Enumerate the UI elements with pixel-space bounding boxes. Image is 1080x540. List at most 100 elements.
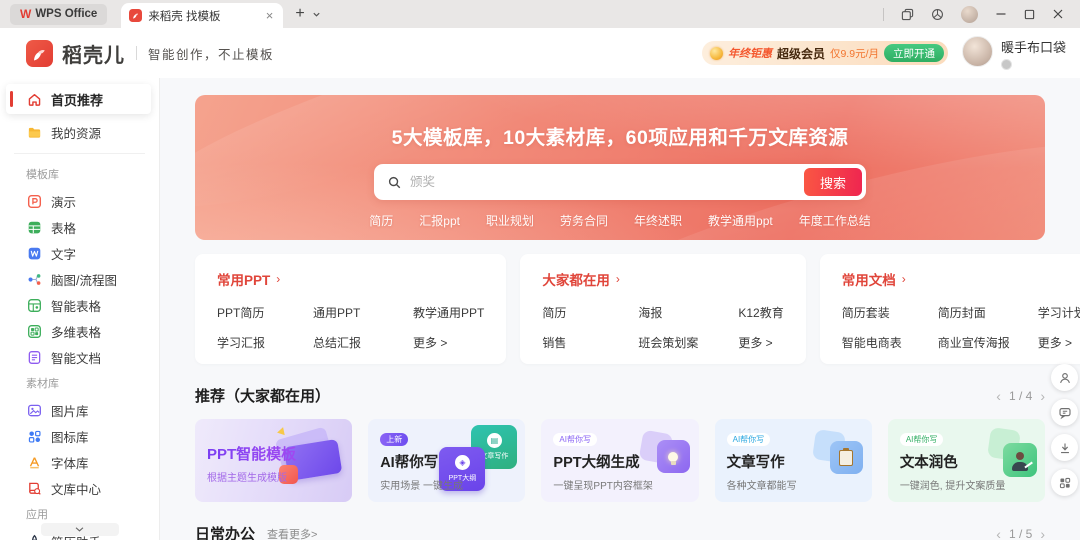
ai-badge: AI帮你写 (900, 433, 944, 446)
quick-link[interactable]: 简历 (542, 304, 638, 321)
card-article-writing[interactable]: AI帮你写 文章写作 各种文章都能写 (715, 419, 872, 502)
quick-link[interactable]: 学习计划表 (1038, 304, 1080, 321)
card-ppt-smart-template[interactable]: PPT智能模板 根据主题生成模版 (195, 419, 352, 502)
card-subtitle: 一键润色, 提升文案质量 (900, 477, 1033, 492)
apps-button[interactable] (1051, 469, 1078, 496)
download-icon (1058, 441, 1072, 455)
user-avatar[interactable] (962, 36, 993, 67)
sidebar-item-font-library[interactable]: 字体库 (0, 449, 159, 475)
quick-link[interactable]: 商业宣传海报 (938, 334, 1038, 351)
sidebar-item-smart-sheet[interactable]: 智能表格 (0, 292, 159, 318)
see-more-link[interactable]: 查看更多> (267, 526, 317, 540)
docer-tab-icon (129, 9, 142, 22)
hot-link[interactable]: 年度工作总结 (799, 212, 871, 229)
card-title: AI帮你写 (380, 451, 513, 472)
quick-link[interactable]: 智能电商表 (842, 334, 938, 351)
main-content: 5大模板库，10大素材库，60项应用和千万文库资源 搜索 简历 汇报ppt 职业… (160, 78, 1080, 540)
sidebar-divider (14, 153, 145, 154)
globe-icon[interactable] (931, 8, 944, 21)
quick-link[interactable]: K12教育 (738, 304, 783, 321)
sidebar-item-writer[interactable]: 文字 (0, 240, 159, 266)
sidebar-item-spreadsheet[interactable]: 表格 (0, 214, 159, 240)
tab-list-dropdown-icon[interactable] (312, 10, 321, 19)
quick-link[interactable]: 班会策划案 (638, 334, 738, 351)
customer-service-button[interactable] (1051, 364, 1078, 391)
daily-pager: ‹ 1 / 5 › (996, 527, 1045, 540)
tab-docer[interactable]: 来稻壳 找模板 × (121, 3, 283, 28)
quick-link[interactable]: 简历封面 (938, 304, 1038, 321)
quick-link[interactable]: 简历套装 (842, 304, 938, 321)
quick-link[interactable]: 总结汇报 (313, 334, 413, 351)
hot-link[interactable]: 年终述职 (634, 212, 682, 229)
quick-link[interactable]: 学习汇报 (217, 334, 313, 351)
account-avatar[interactable] (961, 6, 978, 23)
search-button[interactable]: 搜索 (804, 168, 862, 196)
quick-link[interactable]: PPT简历 (217, 304, 313, 321)
smart-sheet-icon (26, 297, 42, 313)
quick-link-more[interactable]: 更多 > (1038, 334, 1080, 351)
quick-link-more[interactable]: 更多 > (413, 334, 484, 351)
quick-card-title-link[interactable]: 大家都在用 › (542, 269, 783, 289)
close-window-icon[interactable] (1052, 8, 1064, 20)
pager-next-icon[interactable]: › (1040, 527, 1045, 540)
hot-link[interactable]: 职业规划 (486, 212, 534, 229)
resume-helper-icon (26, 533, 42, 540)
docer-logo-icon[interactable] (26, 40, 53, 67)
card-text-polish[interactable]: AI帮你写 文本润色 一键润色, 提升文案质量 (888, 419, 1045, 502)
multi-window-icon[interactable] (901, 8, 914, 21)
search-bar[interactable]: 搜索 (374, 164, 866, 200)
quick-link[interactable]: 教学通用PPT (413, 304, 484, 321)
quick-card-common-ppt: 常用PPT › PPT简历 通用PPT 教学通用PPT 学习汇报 总结汇报 更多… (195, 254, 506, 364)
ai-badge: AI帮你写 (727, 433, 771, 446)
sidebar-item-presentation[interactable]: 演示 (0, 188, 159, 214)
quick-card-title: 常用PPT (217, 269, 270, 289)
quick-card-title-link[interactable]: 常用PPT › (217, 269, 484, 289)
quick-link[interactable]: 海报 (638, 304, 738, 321)
sidebar-item-home[interactable]: 首页推荐 (6, 84, 151, 114)
hot-link[interactable]: 劳务合同 (560, 212, 608, 229)
image-library-icon (26, 402, 42, 418)
daily-office-section-header: 日常办公 查看更多> ‹ 1 / 5 › (195, 523, 1045, 540)
member-level-badge (1001, 59, 1012, 70)
sidebar-item-smart-doc[interactable]: 智能文档 (0, 344, 159, 370)
document-icon (26, 245, 42, 261)
card-ai-writing[interactable]: 上新 AI帮你写 实用场景 一键生成 ▤文章写作 ◈PPT大纲 (368, 419, 525, 502)
pager-prev-icon[interactable]: ‹ (996, 389, 1001, 403)
recommend-cards-row: PPT智能模板 根据主题生成模版 上新 AI帮你写 实用场景 一键生成 ▤文章写… (195, 419, 1045, 502)
wps-office-button[interactable]: W WPS Office (10, 4, 107, 25)
quick-link-more[interactable]: 更多 > (738, 334, 783, 351)
pager-prev-icon[interactable]: ‹ (996, 527, 1001, 540)
maximize-icon[interactable] (1024, 9, 1035, 20)
sidebar-expand-button[interactable] (41, 523, 119, 536)
hot-link[interactable]: 汇报ppt (419, 212, 460, 229)
quick-card-title-link[interactable]: 常用文档 › (842, 269, 1080, 289)
subscribe-button[interactable]: 立即开通 (884, 44, 944, 62)
sidebar-item-image-library[interactable]: 图片库 (0, 397, 159, 423)
sidebar-item-doc-center[interactable]: 文库中心 (0, 475, 159, 501)
sidebar-item-my-resources[interactable]: 我的资源 (0, 119, 159, 145)
user-profile[interactable]: 暖手布口袋 (962, 36, 1066, 70)
sidebar-item-icon-library[interactable]: 图标库 (0, 423, 159, 449)
hot-link[interactable]: 简历 (369, 212, 393, 229)
membership-promo-banner[interactable]: 年终钜惠 超级会员 仅9.9元/月 立即开通 (702, 41, 948, 65)
sidebar-item-label: 文字 (51, 244, 76, 263)
feedback-button[interactable] (1051, 399, 1078, 426)
downloads-button[interactable] (1051, 434, 1078, 461)
hot-link[interactable]: 教学通用ppt (708, 212, 773, 229)
sidebar-item-multidim-sheet[interactable]: 多维表格 (0, 318, 159, 344)
sidebar-group-templates: 模板库 (0, 161, 159, 188)
quick-link[interactable]: 销售 (542, 334, 638, 351)
search-input[interactable] (410, 175, 804, 189)
sidebar-item-label: 智能表格 (51, 296, 101, 315)
promo-member-label: 超级会员 (777, 45, 825, 62)
new-tab-button[interactable]: + (295, 6, 304, 22)
pager-next-icon[interactable]: › (1040, 389, 1045, 403)
icon-library-icon (26, 428, 42, 444)
quick-link[interactable]: 通用PPT (313, 304, 413, 321)
card-ppt-outline[interactable]: AI帮你写 PPT大纲生成 一键呈现PPT内容框架 (541, 419, 698, 502)
window-controls (883, 6, 1080, 23)
smart-doc-icon (26, 349, 42, 365)
minimize-icon[interactable] (995, 8, 1007, 20)
sidebar-item-mindmap[interactable]: 脑图/流程图 (0, 266, 159, 292)
tab-close-icon[interactable]: × (264, 9, 276, 22)
